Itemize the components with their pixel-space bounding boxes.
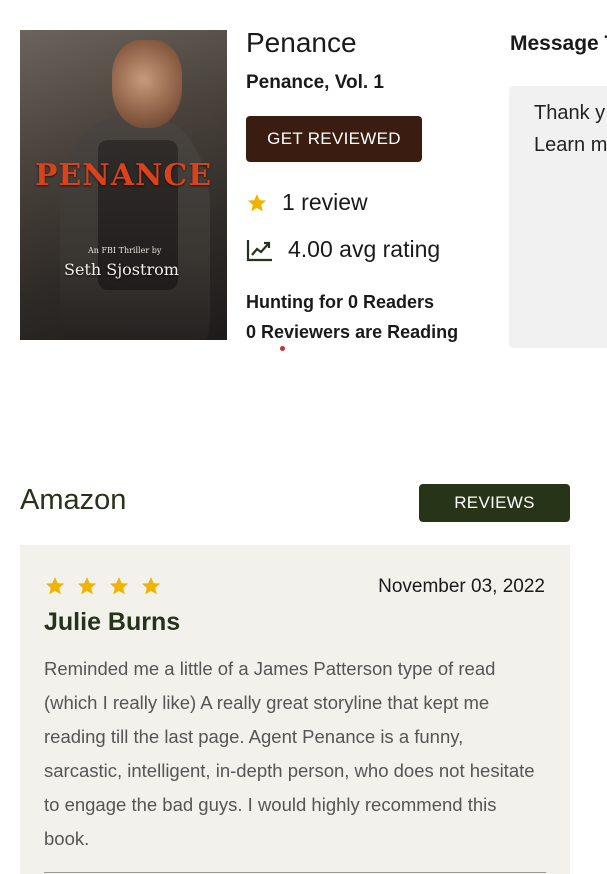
get-reviewed-button[interactable]: GET REVIEWED — [246, 116, 422, 162]
review-date: November 03, 2022 — [378, 576, 545, 597]
avg-rating-stat: 4.00 avg rating — [246, 236, 440, 263]
star-icon — [108, 575, 130, 597]
review-count-label: 1 review — [282, 189, 368, 215]
hunting-readers-text: Hunting for 0 Readers — [246, 292, 435, 312]
amazon-section-heading: Amazon — [20, 484, 127, 516]
reviewers-reading-text: 0 Reviewers are Reading — [246, 322, 459, 342]
cover-tagline: An FBI Thriller by — [88, 246, 162, 255]
review-divider — [44, 872, 546, 873]
star-icon — [246, 192, 268, 214]
book-title: Penance — [246, 27, 357, 58]
cover-title: PENANCE — [34, 158, 213, 193]
message-line-1: Thank y — [534, 102, 606, 124]
message-heading: Message T — [510, 32, 607, 55]
review-star-rating — [44, 575, 162, 597]
reviewer-name: Julie Burns — [44, 608, 181, 636]
message-line-2[interactable]: Learn m — [534, 134, 607, 157]
review-count-stat: 1 review — [246, 189, 368, 216]
review-text: Reminded me a little of a James Patterso… — [44, 658, 535, 849]
star-icon — [76, 575, 98, 597]
trending-up-icon — [246, 238, 274, 262]
reviews-button[interactable]: REVIEWS — [419, 484, 570, 522]
avg-rating-label: 4.00 avg rating — [288, 236, 441, 262]
cover-figure-head — [112, 40, 182, 128]
message-box — [509, 86, 607, 348]
book-cover-image[interactable]: PENANCE An FBI Thriller by Seth Sjostrom — [20, 30, 227, 340]
book-detail-page: PENANCE An FBI Thriller by Seth Sjostrom… — [0, 0, 607, 874]
status-dot — [280, 346, 285, 351]
cover-author: Seth Sjostrom — [64, 260, 179, 279]
star-icon — [140, 575, 162, 597]
book-series: Penance, Vol. 1 — [246, 72, 384, 93]
star-icon — [44, 575, 66, 597]
